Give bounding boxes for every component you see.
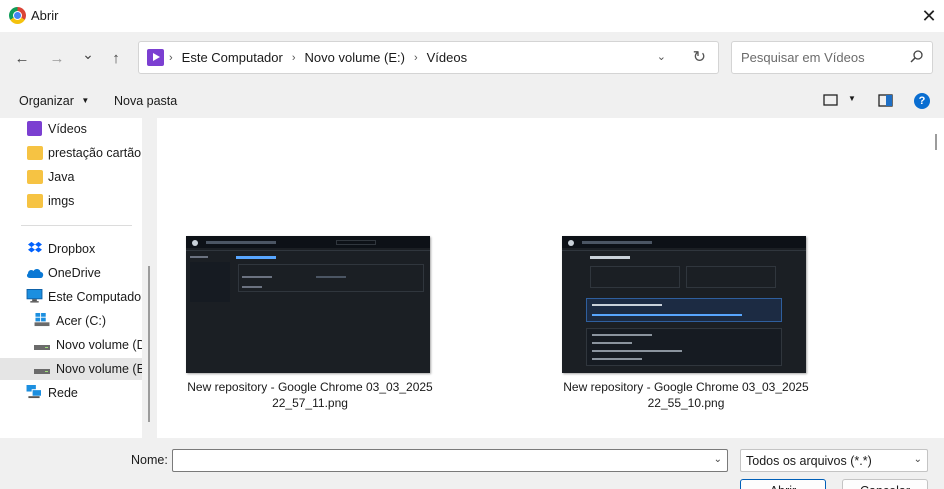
- sidebar-divider: [21, 225, 132, 226]
- window-title: Abrir: [31, 8, 59, 23]
- file-name-line: 22_57_11.png: [272, 396, 348, 410]
- sidebar-item-label: Dropbox: [48, 242, 96, 256]
- back-button[interactable]: ←: [12, 48, 32, 68]
- close-button[interactable]: ✕: [914, 0, 944, 32]
- breadcrumb-separator: ›: [169, 51, 173, 64]
- sidebar-item-label: Vídeos: [48, 122, 87, 136]
- file-name: New repository - Google Chrome 03_03_202…: [556, 379, 816, 411]
- sidebar-item-videos[interactable]: Vídeos: [0, 118, 142, 140]
- search-icon[interactable]: [910, 50, 923, 63]
- sidebar-item-prestacao-cartao[interactable]: prestação cartão (: [0, 142, 142, 164]
- file-type-select[interactable]: Todos os arquivos (*.*) ⌄: [740, 449, 928, 472]
- file-list: New repository - Google Chrome 03_03_202…: [157, 118, 929, 438]
- up-button[interactable]: ↑: [106, 48, 126, 68]
- chevron-down-icon[interactable]: ⌄: [914, 454, 922, 465]
- address-dropdown-button[interactable]: ⌄: [657, 50, 666, 63]
- sidebar-item-novo-volume-d[interactable]: Novo volume (D: [0, 334, 142, 356]
- sidebar-item-novo-volume-e[interactable]: Novo volume (E: [0, 358, 142, 380]
- file-name-input[interactable]: ⌄: [172, 449, 728, 472]
- sidebar-item-label: OneDrive: [48, 266, 101, 280]
- preview-pane-icon[interactable]: [878, 94, 893, 107]
- breadcrumb-item-este-computador[interactable]: Este Computador: [182, 50, 283, 65]
- dialog-footer: Nome: ⌄ Todos os arquivos (*.*) ⌄ Abrir …: [0, 438, 944, 489]
- sidebar-item-onedrive[interactable]: OneDrive: [0, 262, 142, 284]
- navigation-bar: ← → ⌄ ↑ › Este Computador › Novo volume …: [0, 32, 944, 84]
- sidebar-item-label: Novo volume (D: [56, 338, 142, 352]
- onedrive-icon: [26, 269, 44, 278]
- file-name-line: New repository - Google Chrome 03_03_202…: [187, 380, 433, 394]
- sidebar-item-imgs[interactable]: imgs: [0, 190, 142, 212]
- command-bar: Organizar ▼ Nova pasta ▼ ?: [0, 84, 944, 118]
- sidebar-item-label: Java: [48, 170, 75, 184]
- organize-label: Organizar: [19, 94, 74, 108]
- drive-icon: [34, 369, 50, 374]
- sidebar-item-label: prestação cartão (: [48, 146, 142, 160]
- sidebar-item-label: Acer (C:): [56, 314, 106, 328]
- sidebar-item-label: Este Computador: [48, 290, 142, 304]
- file-type-value: Todos os arquivos (*.*): [746, 454, 872, 468]
- sidebar-item-label: Rede: [48, 386, 78, 400]
- scrollbar-thumb[interactable]: [935, 134, 937, 150]
- file-name-line: New repository - Google Chrome 03_03_202…: [563, 380, 809, 394]
- folder-icon: [27, 146, 43, 160]
- computer-icon: [26, 289, 43, 303]
- organize-button[interactable]: Organizar ▼: [19, 94, 89, 108]
- drive-icon: [34, 345, 50, 350]
- file-name: New repository - Google Chrome 03_03_202…: [180, 379, 440, 411]
- windows-drive-icon: [34, 313, 50, 327]
- breadcrumb-item-novo-volume[interactable]: Novo volume (E:): [305, 50, 405, 65]
- sidebar-item-java[interactable]: Java: [0, 166, 142, 188]
- breadcrumb-item-videos[interactable]: Vídeos: [427, 50, 467, 65]
- sidebar-item-label: imgs: [48, 194, 75, 208]
- forward-button[interactable]: →: [47, 48, 67, 68]
- sidebar-item-dropbox[interactable]: Dropbox: [0, 238, 142, 260]
- caret-down-icon: ▼: [81, 96, 90, 105]
- view-icon[interactable]: [823, 94, 839, 107]
- file-thumbnail: [186, 236, 430, 373]
- search-box[interactable]: Pesquisar em Vídeos: [731, 41, 933, 74]
- cancel-button[interactable]: Cancelar: [842, 479, 928, 489]
- navigation-pane: Vídeos prestação cartão ( Java imgs Drop…: [0, 118, 142, 438]
- refresh-button[interactable]: ↻: [693, 47, 706, 67]
- folder-icon: [27, 170, 43, 184]
- breadcrumb-separator: ›: [291, 51, 296, 64]
- sidebar-item-este-computador[interactable]: Este Computador: [0, 286, 142, 308]
- new-folder-button[interactable]: Nova pasta: [114, 94, 177, 108]
- videos-icon: [147, 49, 164, 66]
- chrome-icon: [9, 7, 26, 24]
- open-button[interactable]: Abrir: [740, 479, 826, 489]
- title-bar: Abrir ✕: [0, 0, 944, 32]
- sidebar-item-rede[interactable]: Rede: [0, 382, 142, 404]
- help-icon[interactable]: ?: [914, 93, 930, 109]
- sidebar-scrollbar[interactable]: [148, 266, 150, 422]
- file-thumbnail: [562, 236, 806, 373]
- file-name-line: 22_55_10.png: [647, 396, 725, 410]
- network-icon: [26, 385, 42, 399]
- address-bar[interactable]: › Este Computador › Novo volume (E:) › V…: [138, 41, 719, 74]
- chevron-down-icon[interactable]: ⌄: [714, 454, 722, 465]
- breadcrumb-separator: ›: [413, 51, 418, 64]
- view-options-caret-icon[interactable]: ▼: [848, 94, 856, 103]
- sidebar-item-acer-c[interactable]: Acer (C:): [0, 310, 142, 332]
- recent-locations-button[interactable]: ⌄: [78, 44, 98, 64]
- file-list-scrollbar[interactable]: [929, 118, 944, 438]
- breadcrumb: › Este Computador › Novo volume (E:) › V…: [169, 50, 467, 65]
- folder-icon: [27, 194, 43, 208]
- dropbox-icon: [28, 241, 42, 253]
- file-name-label: Nome:: [131, 453, 168, 467]
- search-input[interactable]: Pesquisar em Vídeos: [741, 50, 865, 65]
- sidebar-item-label: Novo volume (E: [56, 362, 142, 376]
- videos-icon: [27, 121, 42, 136]
